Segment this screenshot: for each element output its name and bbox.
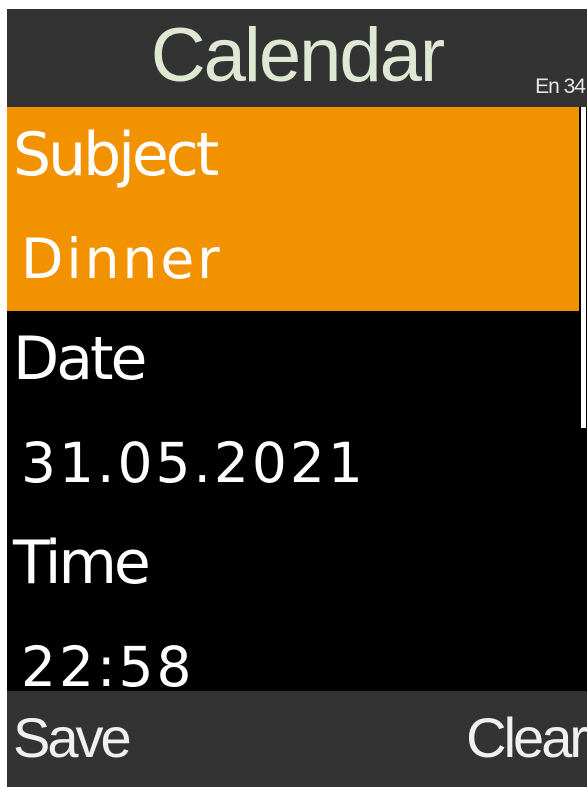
subject-value[interactable]: Dinner: [21, 223, 223, 295]
phone-screen: Calendar En 34 Subject Dinner Date 31.05…: [7, 9, 587, 787]
time-label: Time: [13, 528, 151, 598]
date-label: Date: [13, 324, 147, 394]
subject-field[interactable]: Subject Dinner: [7, 107, 579, 311]
subject-label: Subject: [13, 120, 219, 190]
scrollbar-thumb[interactable]: [581, 107, 586, 428]
save-softkey[interactable]: Save: [13, 705, 132, 771]
time-field[interactable]: Time 22:58: [7, 515, 579, 691]
scrollbar[interactable]: [579, 107, 587, 691]
softkey-bar: Save Clear: [7, 691, 587, 787]
date-field[interactable]: Date 31.05.2021: [7, 311, 579, 515]
clear-softkey[interactable]: Clear: [466, 705, 587, 771]
title-bar: Calendar En 34: [7, 9, 587, 107]
calendar-entry-form: Subject Dinner Date 31.05.2021 Time 22:5…: [7, 107, 579, 691]
screen-title: Calendar: [150, 13, 445, 98]
time-value[interactable]: 22:58: [21, 631, 195, 691]
date-value[interactable]: 31.05.2021: [21, 427, 366, 499]
input-mode-indicator: En 34: [535, 75, 586, 98]
